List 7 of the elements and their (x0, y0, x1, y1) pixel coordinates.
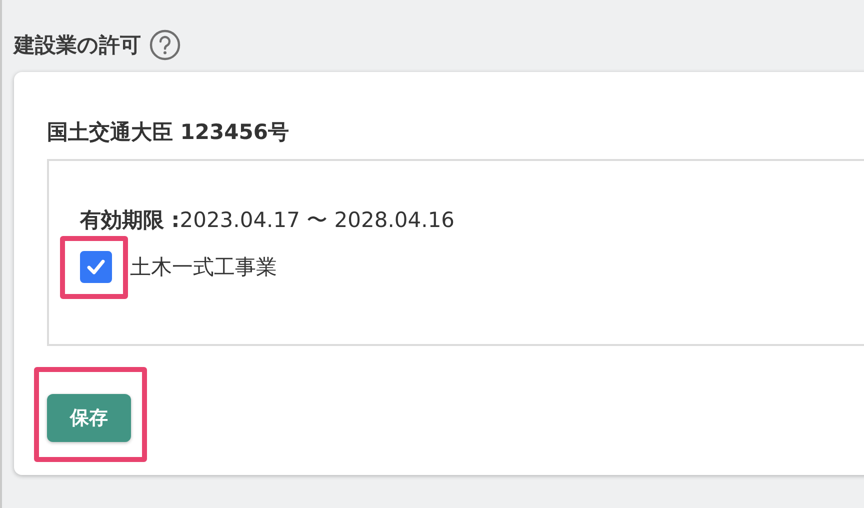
checkbox[interactable] (80, 251, 112, 283)
license-title: 国土交通大臣 123456号 (47, 119, 290, 146)
validity-text: 有効期限 :2023.04.17 〜 2028.04.16 (80, 207, 456, 234)
section-title: 建設業の許可 (14, 32, 141, 59)
checkbox-label: 土木一式工事業 (130, 254, 277, 281)
save-button[interactable]: 保存 (47, 394, 131, 442)
help-icon[interactable] (149, 29, 181, 61)
